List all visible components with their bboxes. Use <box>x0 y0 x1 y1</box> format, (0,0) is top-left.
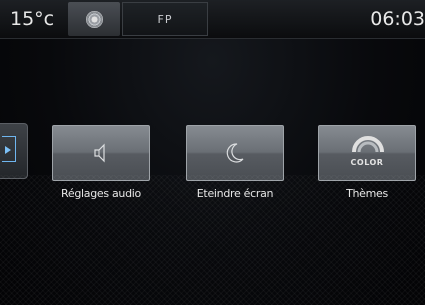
color-icon-text: COLOR <box>350 158 384 167</box>
exit-arrow-icon <box>2 136 16 162</box>
radio-tab-label: FP <box>157 12 173 26</box>
screen-off-button[interactable] <box>186 125 284 181</box>
fan-icon <box>85 10 103 28</box>
color-palette-icon <box>352 136 384 153</box>
speaker-icon <box>94 143 105 163</box>
clock: 06:03 <box>370 8 425 30</box>
screen-off-label: Eteindre écran <box>196 187 274 200</box>
outside-temperature: 15°c <box>10 8 55 30</box>
climate-tab[interactable] <box>68 2 120 36</box>
side-menu-tab[interactable] <box>0 123 28 179</box>
themes-button[interactable]: COLOR <box>318 125 416 181</box>
radio-tab[interactable]: FP <box>122 2 208 36</box>
status-bar: 15°c FP 06:03 <box>0 0 425 39</box>
themes-label: Thèmes <box>346 187 388 200</box>
infotainment-screen: 15°c FP 06:03 Réglages audio Eteindre éc… <box>0 0 425 305</box>
audio-settings-label: Réglages audio <box>61 187 141 200</box>
audio-settings-button[interactable] <box>52 125 150 181</box>
moon-icon <box>226 143 244 163</box>
